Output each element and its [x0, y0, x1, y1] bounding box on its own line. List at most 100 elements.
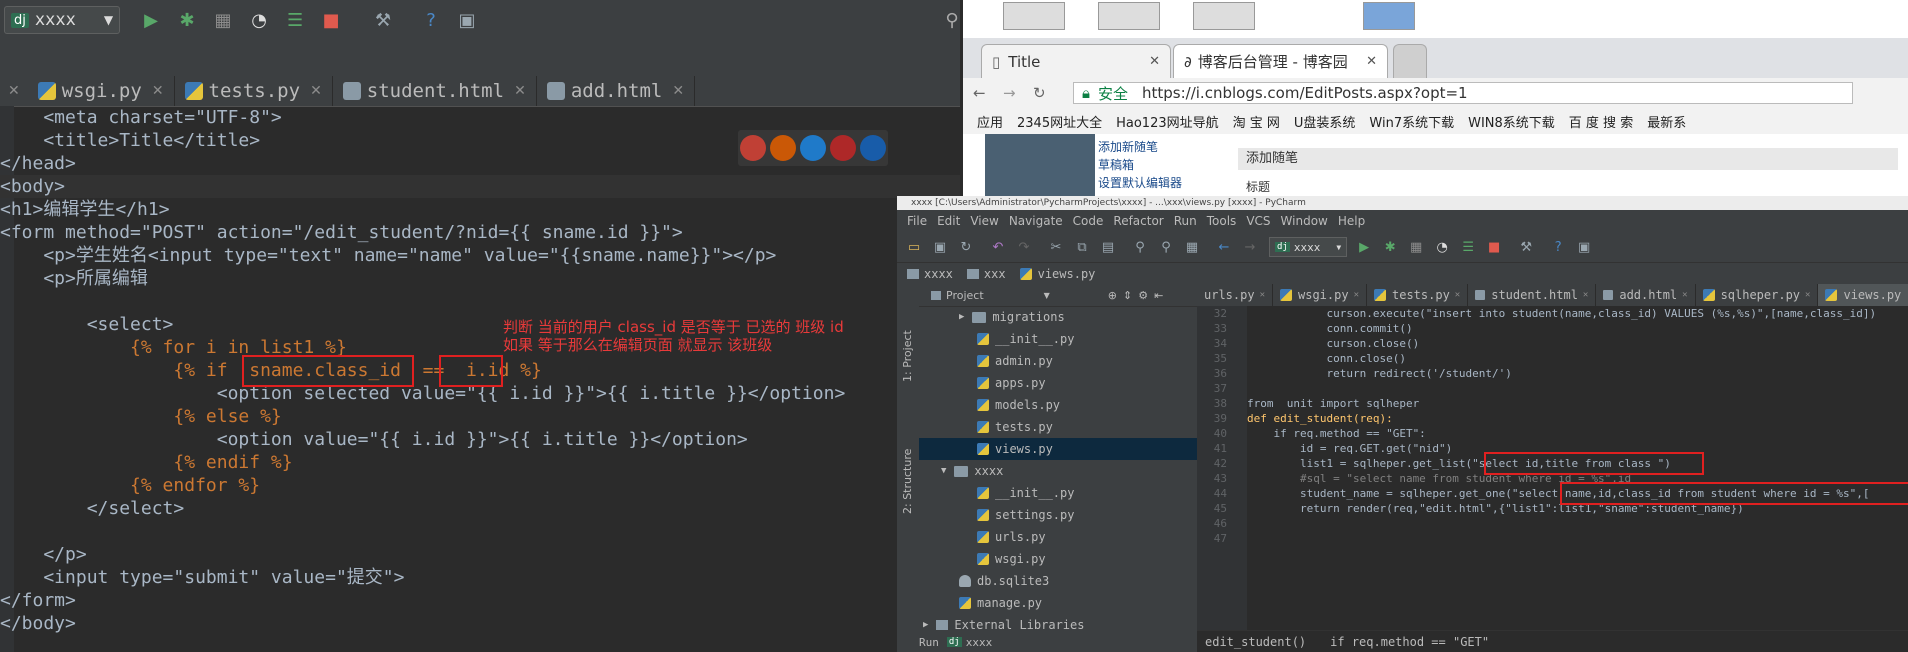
- tree-item[interactable]: admin.py: [977, 350, 1053, 372]
- menu-navigate[interactable]: Navigate: [1009, 214, 1063, 228]
- menu-edit[interactable]: Edit: [937, 214, 960, 228]
- tool-window-project[interactable]: 1: Project: [901, 292, 914, 382]
- tree-item[interactable]: apps.py: [977, 372, 1046, 394]
- profile-icon[interactable]: ◔: [1433, 238, 1451, 256]
- forward-icon[interactable]: →: [1003, 84, 1016, 102]
- url-field[interactable]: 🔒︎ 安全 https://i.cnblogs.com/EditPosts.as…: [1073, 82, 1853, 104]
- replace-icon[interactable]: ⚲: [1157, 238, 1175, 256]
- close-icon[interactable]: ✕: [1366, 54, 1377, 69]
- settings-wrench-icon[interactable]: ⚒: [370, 7, 396, 33]
- tree-item-migrations[interactable]: ▶ migrations: [959, 306, 1065, 328]
- tree-item[interactable]: __init__.py: [977, 482, 1074, 504]
- browser-tab-title[interactable]: ▯ Title ✕: [981, 44, 1171, 78]
- bookmark-item[interactable]: Win7系统下载: [1369, 112, 1454, 131]
- tab-tests-py[interactable]: tests.py ✕: [1367, 284, 1469, 306]
- run-config-select[interactable]: dj xxxx ▼: [1269, 237, 1348, 257]
- tree-item-xxxx[interactable]: ▼ xxxx: [941, 460, 1003, 482]
- breadcrumb-item[interactable]: xxxx: [924, 267, 953, 281]
- close-icon[interactable]: ✕: [152, 83, 164, 99]
- menu-vcs[interactable]: VCS: [1246, 214, 1270, 228]
- tree-item[interactable]: tests.py: [977, 416, 1053, 438]
- coverage-icon[interactable]: ▦: [210, 7, 236, 33]
- browser-tab-cnblogs[interactable]: ∂ 博客后台管理 - 博客园 ✕: [1173, 44, 1388, 78]
- tab-tests-py[interactable]: tests.py ✕: [175, 76, 333, 106]
- run-icon[interactable]: ▶: [138, 7, 164, 33]
- breadcrumb-item[interactable]: xxx: [984, 267, 1006, 281]
- close-icon[interactable]: ✕: [1354, 290, 1359, 300]
- debug-icon[interactable]: ✱: [1381, 238, 1399, 256]
- run-label[interactable]: Run: [919, 636, 939, 649]
- close-icon[interactable]: ✕: [514, 83, 526, 99]
- close-icon[interactable]: ✕: [1805, 290, 1810, 300]
- debug-icon[interactable]: ✱: [174, 7, 200, 33]
- close-icon[interactable]: ✕: [672, 83, 684, 99]
- reload-icon[interactable]: ↻: [1033, 84, 1046, 102]
- bookmark-item[interactable]: U盘装系统: [1294, 112, 1356, 131]
- close-icon[interactable]: ✕: [1260, 290, 1265, 300]
- sync-icon[interactable]: ↻: [957, 238, 975, 256]
- close-icon[interactable]: ✕: [1455, 290, 1460, 300]
- run-config-select[interactable]: dj xxxx ▼: [4, 6, 121, 34]
- show-usages-icon[interactable]: ▦: [1183, 238, 1201, 256]
- run-icon[interactable]: ▶: [1355, 238, 1373, 256]
- bookmark-item[interactable]: 应用: [977, 112, 1003, 131]
- back-icon[interactable]: ←: [1215, 238, 1233, 256]
- sidebar-link[interactable]: 添加新随笔: [1098, 138, 1158, 155]
- concurrency-icon[interactable]: ☰: [1459, 238, 1477, 256]
- tab-urls-py[interactable]: urls.py ✕: [1197, 284, 1273, 306]
- chevron-right-icon[interactable]: ▶: [959, 306, 964, 328]
- html-code-editor[interactable]: <meta charset="UTF-8"> <title>Title</tit…: [0, 106, 960, 652]
- menu-tools[interactable]: Tools: [1207, 214, 1237, 228]
- back-icon[interactable]: ←: [973, 84, 986, 102]
- stop-icon[interactable]: ■: [318, 7, 344, 33]
- cut-icon[interactable]: ✂: [1047, 238, 1065, 256]
- settings-wrench-icon[interactable]: ⚒: [1517, 238, 1535, 256]
- run-config-label[interactable]: xxxx: [966, 636, 993, 649]
- tree-item-selected[interactable]: views.py: [919, 438, 1197, 460]
- firefox-icon[interactable]: [770, 135, 796, 161]
- chevron-down-icon[interactable]: ▼: [941, 460, 946, 482]
- search-icon[interactable]: ⚲: [939, 7, 960, 33]
- open-folder-icon[interactable]: ▭: [905, 238, 923, 256]
- bookmark-item[interactable]: Hao123网址导航: [1116, 112, 1219, 131]
- tab-views-py-active[interactable]: views.py: [1818, 284, 1908, 306]
- status-block[interactable]: if req.method == "GET": [1330, 635, 1489, 649]
- tab-wsgi-py[interactable]: wsgi.py ✕: [28, 76, 175, 106]
- breadcrumb-item[interactable]: views.py: [1038, 267, 1096, 281]
- redo-icon[interactable]: ↷: [1015, 238, 1033, 256]
- close-icon[interactable]: ✕: [1583, 290, 1588, 300]
- thumbnail[interactable]: [1098, 2, 1160, 30]
- find-icon[interactable]: ⚲: [1131, 238, 1149, 256]
- undo-icon[interactable]: ↶: [989, 238, 1007, 256]
- close-icon[interactable]: ✕: [0, 76, 28, 106]
- bookmark-item[interactable]: 2345网址大全: [1017, 112, 1102, 131]
- vcs-icon[interactable]: ▣: [454, 7, 480, 33]
- stop-icon[interactable]: ■: [1485, 238, 1503, 256]
- new-tab-button[interactable]: [1393, 44, 1427, 78]
- chrome-icon[interactable]: [740, 135, 766, 161]
- tree-item[interactable]: urls.py: [977, 526, 1046, 548]
- collapse-icon[interactable]: ⇕: [1123, 289, 1132, 302]
- menu-run[interactable]: Run: [1174, 214, 1197, 228]
- menu-window[interactable]: Window: [1281, 214, 1328, 228]
- menu-view[interactable]: View: [970, 214, 998, 228]
- python-code-editor[interactable]: urls.py ✕ wsgi.py ✕ tests.py ✕ student.html…: [1197, 284, 1908, 652]
- tree-item[interactable]: wsgi.py: [977, 548, 1046, 570]
- sidebar-link[interactable]: 草稿箱: [1098, 156, 1134, 173]
- tab-add-html[interactable]: add.html ✕: [1596, 284, 1696, 306]
- tab-student-html[interactable]: student.html ✕: [1468, 284, 1597, 306]
- chevron-down-icon[interactable]: ▼: [1044, 291, 1050, 300]
- tab-sqlheper-py[interactable]: sqlheper.py ✕: [1696, 284, 1819, 306]
- menu-file[interactable]: File: [907, 214, 927, 228]
- safari-icon[interactable]: [800, 135, 826, 161]
- project-view-select[interactable]: Project: [946, 289, 984, 302]
- concurrency-icon[interactable]: ☰: [282, 7, 308, 33]
- tab-wsgi-py[interactable]: wsgi.py ✕: [1273, 284, 1367, 306]
- menu-refactor[interactable]: Refactor: [1113, 214, 1163, 228]
- hide-icon[interactable]: ⇤: [1154, 289, 1163, 302]
- thumbnail[interactable]: [1363, 2, 1415, 30]
- opera-icon[interactable]: [830, 135, 856, 161]
- tab-student-html[interactable]: student.html ✕: [333, 76, 537, 106]
- thumbnail[interactable]: [1193, 2, 1255, 30]
- profile-icon[interactable]: ◔: [246, 7, 272, 33]
